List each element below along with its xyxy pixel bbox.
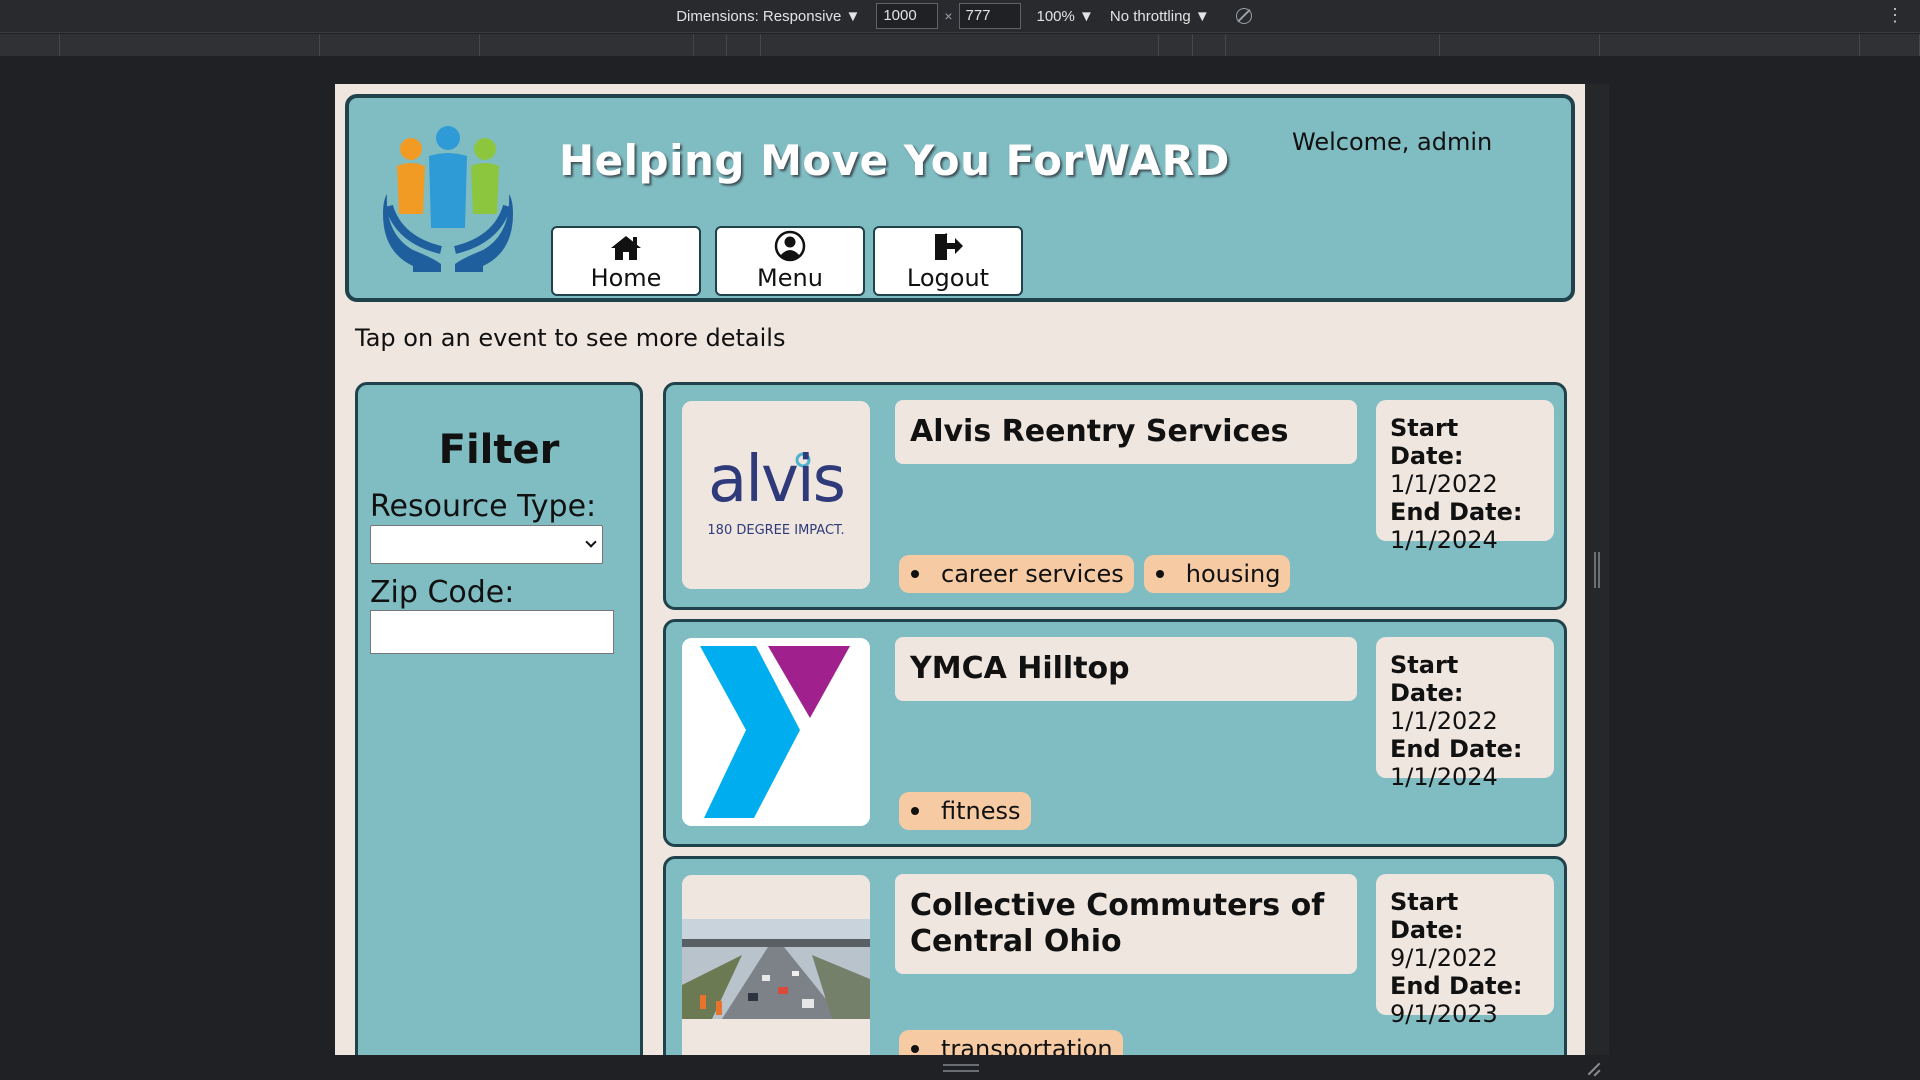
zip-code-label: Zip Code: bbox=[370, 575, 515, 610]
height-input[interactable]: 777 bbox=[958, 3, 1021, 29]
welcome-text: Welcome, admin bbox=[1292, 128, 1493, 156]
event-card[interactable]: alvis 180 DEGREE IMPACT. Alvis Reentry S… bbox=[663, 382, 1567, 610]
event-tag: fitness bbox=[899, 792, 1031, 830]
media-query-segment[interactable] bbox=[60, 34, 320, 56]
menu-button[interactable]: Menu bbox=[715, 226, 865, 296]
throttling-label: No throttling ▼ bbox=[1109, 7, 1210, 25]
rotate-icon[interactable] bbox=[1235, 8, 1252, 24]
home-button[interactable]: Home bbox=[551, 226, 701, 296]
zoom-label: 100% ▼ bbox=[1036, 7, 1094, 25]
times-symbol: × bbox=[944, 8, 953, 24]
event-card[interactable]: Collective Commuters of Central Ohio Sta… bbox=[663, 856, 1567, 1055]
end-date-value: 1/1/2024 bbox=[1390, 526, 1498, 554]
event-tag: housing bbox=[1143, 555, 1291, 593]
media-query-segment[interactable] bbox=[1860, 34, 1920, 56]
event-tag: career services bbox=[899, 555, 1134, 593]
events-hint: Tap on an event to see more details bbox=[355, 324, 786, 352]
filter-panel: Filter Resource Type: Zip Code: bbox=[355, 382, 643, 1055]
throttling-dropdown[interactable]: No throttling ▼ bbox=[1110, 8, 1210, 25]
event-dates: Start Date: 9/1/2022 End Date: 9/1/2023 bbox=[1376, 874, 1554, 1028]
end-date-value: 1/1/2024 bbox=[1390, 763, 1498, 791]
event-name: YMCA Hilltop bbox=[895, 637, 1357, 701]
event-image bbox=[682, 638, 870, 826]
media-query-segment[interactable] bbox=[694, 34, 727, 56]
resize-handle-corner[interactable] bbox=[1586, 1060, 1602, 1076]
media-query-segment[interactable] bbox=[1159, 34, 1193, 56]
width-input[interactable]: 1000 bbox=[876, 3, 939, 29]
event-image bbox=[682, 875, 870, 1055]
media-query-segment[interactable] bbox=[320, 34, 480, 56]
start-date-label: Start Date: bbox=[1390, 888, 1464, 944]
start-date-value: 1/1/2022 bbox=[1390, 707, 1498, 735]
zip-code-input[interactable] bbox=[370, 610, 614, 654]
page-viewport: Helping Move You ForWARD Welcome, admin … bbox=[335, 84, 1585, 1055]
media-query-bar bbox=[0, 34, 1920, 56]
start-date-value: 1/1/2022 bbox=[1390, 470, 1498, 498]
resize-handle-bottom[interactable] bbox=[943, 1064, 979, 1072]
media-query-segment[interactable] bbox=[1600, 34, 1860, 56]
user-icon bbox=[774, 230, 806, 262]
media-query-segment[interactable] bbox=[1226, 34, 1440, 56]
site-header: Helping Move You ForWARD Welcome, admin … bbox=[345, 94, 1575, 302]
ymca-logo-icon bbox=[682, 638, 870, 826]
highway-photo-icon bbox=[682, 875, 870, 1055]
resource-type-label: Resource Type: bbox=[370, 489, 597, 524]
logo-icon bbox=[383, 126, 513, 272]
event-name: Collective Commuters of Central Ohio bbox=[895, 874, 1357, 974]
logout-label: Logout bbox=[906, 264, 990, 292]
media-query-segment[interactable] bbox=[1193, 34, 1226, 56]
logout-icon bbox=[935, 233, 963, 260]
event-tags: fitness bbox=[899, 792, 1041, 830]
event-tags: career services housing bbox=[899, 555, 1300, 593]
size-inputs: 1000 × 777 bbox=[876, 3, 1021, 29]
chevron-down-icon bbox=[585, 536, 597, 548]
event-dates: Start Date: 1/1/2022 End Date: 1/1/2024 bbox=[1376, 637, 1554, 791]
media-query-segment[interactable] bbox=[761, 34, 1159, 56]
media-query-segment[interactable] bbox=[0, 34, 60, 56]
event-card[interactable]: YMCA Hilltop Start Date: 1/1/2022 End Da… bbox=[663, 619, 1567, 847]
resize-handle-right[interactable] bbox=[1594, 552, 1600, 588]
dimensions-dropdown[interactable]: Dimensions: Responsive ▼ bbox=[676, 8, 860, 25]
media-query-segment[interactable] bbox=[727, 34, 761, 56]
end-date-value: 9/1/2023 bbox=[1390, 1000, 1498, 1028]
home-label: Home bbox=[590, 264, 662, 292]
site-title: Helping Move You ForWARD bbox=[559, 136, 1230, 185]
media-query-segment[interactable] bbox=[1440, 34, 1600, 56]
event-image: alvis 180 DEGREE IMPACT. bbox=[682, 401, 870, 589]
resource-type-select[interactable] bbox=[370, 525, 603, 564]
event-name: Alvis Reentry Services bbox=[895, 400, 1357, 464]
logout-button[interactable]: Logout bbox=[873, 226, 1023, 296]
start-date-value: 9/1/2022 bbox=[1390, 944, 1498, 972]
dimensions-label: Dimensions: Responsive ▼ bbox=[676, 7, 861, 25]
end-date-label: End Date: bbox=[1390, 498, 1523, 526]
alvis-logo-text: alvis bbox=[708, 443, 846, 517]
more-options-icon[interactable]: ⋮ bbox=[1886, 5, 1904, 26]
event-tag: transportation bbox=[899, 1030, 1123, 1055]
home-icon bbox=[611, 236, 641, 260]
start-date-label: Start Date: bbox=[1390, 414, 1464, 470]
end-date-label: End Date: bbox=[1390, 735, 1523, 763]
event-tags: transportation bbox=[899, 1030, 1133, 1055]
event-dates: Start Date: 1/1/2022 End Date: 1/1/2024 bbox=[1376, 400, 1554, 554]
filter-title: Filter bbox=[438, 427, 560, 473]
start-date-label: Start Date: bbox=[1390, 651, 1464, 707]
menu-label: Menu bbox=[757, 264, 823, 292]
end-date-label: End Date: bbox=[1390, 972, 1523, 1000]
zoom-dropdown[interactable]: 100% ▼ bbox=[1037, 8, 1094, 25]
events-list: alvis 180 DEGREE IMPACT. Alvis Reentry S… bbox=[663, 382, 1567, 1055]
main-nav: Home Menu Logout bbox=[551, 226, 1037, 296]
media-query-segment[interactable] bbox=[480, 34, 694, 56]
devtools-toolbar: Dimensions: Responsive ▼ 1000 × 777 100%… bbox=[0, 0, 1920, 33]
alvis-logo-tagline: 180 DEGREE IMPACT. bbox=[707, 523, 845, 538]
